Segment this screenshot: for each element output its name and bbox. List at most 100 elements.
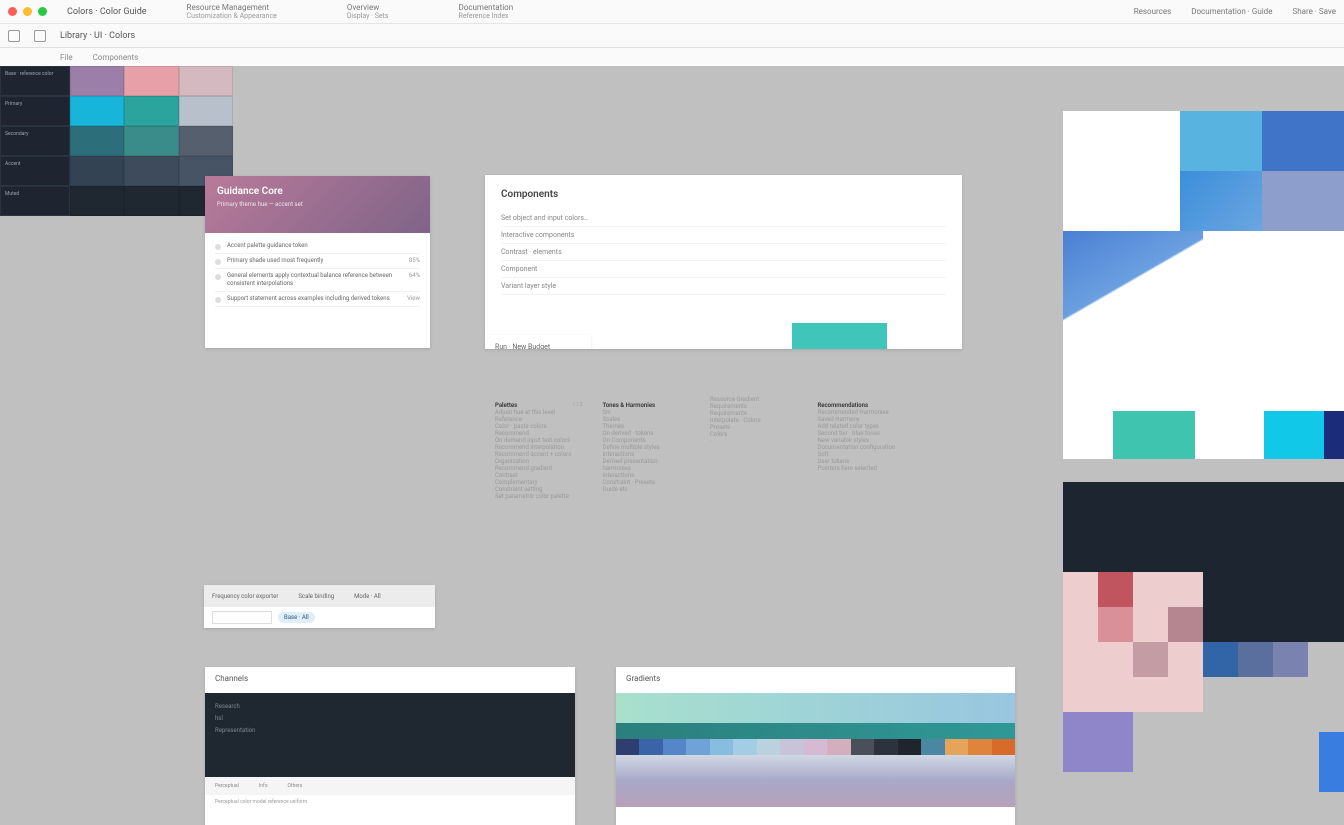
property-row[interactable]: Adjust hue at this level — [495, 409, 583, 416]
color-swatch[interactable] — [124, 156, 178, 186]
gradients-card[interactable]: Gradients — [616, 667, 1015, 825]
list-item[interactable]: Accent palette guidance token — [215, 239, 420, 254]
color-swatch[interactable] — [179, 66, 233, 96]
color-swatch[interactable] — [124, 96, 178, 126]
color-swatch[interactable] — [639, 739, 662, 755]
property-row[interactable]: Interactions — [603, 451, 691, 458]
docs-button[interactable]: Documentation · Guide — [1191, 7, 1272, 16]
color-swatch[interactable] — [710, 739, 733, 755]
property-row[interactable]: Organization — [495, 458, 583, 465]
property-row[interactable]: Pointers here selected — [818, 465, 906, 472]
resources-button[interactable]: Resources — [1134, 7, 1171, 16]
property-row[interactable]: Complementary — [495, 479, 583, 486]
property-row[interactable]: Define multiple styles — [603, 444, 691, 451]
form-row[interactable]: Set object and input colors… — [501, 210, 946, 227]
channels-card[interactable]: Channels ResearchhslRepresentation Perce… — [205, 667, 575, 825]
color-swatch[interactable] — [804, 739, 827, 755]
share-button[interactable]: Share · Save — [1292, 7, 1336, 16]
color-swatch[interactable] — [70, 96, 124, 126]
run-tab[interactable]: Run · New Budget — [485, 335, 591, 349]
color-swatch[interactable] — [179, 126, 233, 156]
footer-link[interactable]: Others — [288, 783, 303, 789]
design-canvas[interactable]: Guidance Core Primary theme hue — accent… — [0, 66, 1344, 768]
color-swatch[interactable] — [992, 739, 1015, 755]
list-item[interactable]: Support statement across examples includ… — [215, 292, 420, 307]
color-swatch[interactable] — [70, 186, 124, 216]
color-swatch[interactable] — [757, 739, 780, 755]
search-input[interactable] — [212, 611, 272, 624]
property-row[interactable]: Contrast — [495, 472, 583, 479]
property-row[interactable]: Recommend gradient — [495, 465, 583, 472]
list-item[interactable]: Primary shade used most frequently 85% — [215, 254, 420, 269]
property-row[interactable]: Themes — [603, 423, 691, 430]
footer-link[interactable]: Perceptual — [215, 783, 239, 789]
form-row[interactable]: Contrast · elements — [501, 244, 946, 261]
color-swatch[interactable] — [968, 739, 991, 755]
property-row[interactable]: Recommend accent + colors — [495, 451, 583, 458]
property-row[interactable]: Add related color types — [818, 423, 906, 430]
palette-grid[interactable]: Base · reference colorPrimarySecondaryAc… — [0, 66, 233, 216]
close-icon[interactable] — [8, 7, 17, 16]
grid-icon[interactable] — [34, 30, 46, 42]
property-row[interactable]: On demand input text colors — [495, 437, 583, 444]
property-row[interactable]: Soft — [818, 451, 906, 458]
property-row[interactable]: Saved Harmony — [818, 416, 906, 423]
list-item[interactable]: General elements apply contextual balanc… — [215, 269, 420, 292]
color-swatch[interactable] — [616, 739, 639, 755]
property-row[interactable]: Set parametric color palette — [495, 493, 583, 500]
color-swatch[interactable] — [921, 739, 944, 755]
property-row[interactable]: On Components — [603, 437, 691, 444]
property-row[interactable]: Scales — [603, 416, 691, 423]
property-row[interactable]: Presets — [710, 424, 798, 431]
tab-file[interactable]: File — [60, 53, 73, 62]
color-swatch[interactable] — [124, 126, 178, 156]
breadcrumb[interactable]: Overview Display · Sets — [347, 3, 429, 21]
property-row[interactable]: Interactions — [603, 472, 691, 479]
filter-chip[interactable]: Base · All — [278, 612, 315, 623]
property-row[interactable]: Second tier · blue tones — [818, 430, 906, 437]
color-swatch[interactable] — [663, 739, 686, 755]
sidebar-toggle-icon[interactable] — [8, 30, 20, 42]
property-row[interactable]: New variable styles — [818, 437, 906, 444]
form-row[interactable]: Component — [501, 261, 946, 278]
form-row[interactable]: Interactive components — [501, 227, 946, 244]
footer-link[interactable]: Info — [259, 783, 268, 789]
color-swatch[interactable] — [124, 186, 178, 216]
color-swatch[interactable] — [851, 739, 874, 755]
color-swatch[interactable] — [179, 96, 233, 126]
property-row[interactable]: Interpolate · Colors — [710, 417, 798, 424]
property-row[interactable]: Color · paste colors — [495, 423, 583, 430]
color-swatch[interactable] — [70, 156, 124, 186]
color-swatch[interactable] — [124, 66, 178, 96]
color-swatch[interactable] — [686, 739, 709, 755]
property-row[interactable]: Colors — [710, 431, 798, 438]
property-row[interactable]: Recommend — [495, 430, 583, 437]
components-card[interactable]: Components Set object and input colors…I… — [485, 175, 962, 349]
property-row[interactable]: Constraint · Presets — [603, 479, 691, 486]
property-row[interactable]: Requirements — [710, 403, 798, 410]
form-row[interactable]: Variant layer style — [501, 278, 946, 295]
color-swatch[interactable] — [733, 739, 756, 755]
color-swatch[interactable] — [945, 739, 968, 755]
color-swatch[interactable] — [780, 739, 803, 755]
color-swatch[interactable] — [70, 66, 124, 96]
property-row[interactable]: Derived presentation · harmonies — [603, 458, 691, 472]
breadcrumb[interactable]: Documentation Reference Index — [459, 3, 554, 21]
property-row[interactable]: · — [710, 438, 798, 445]
color-swatch[interactable] — [898, 739, 921, 755]
property-row[interactable]: Guide etc — [603, 486, 691, 493]
window-tab[interactable]: Colors · Color Guide — [67, 7, 147, 17]
property-row[interactable]: Src — [603, 409, 691, 416]
tab-components[interactable]: Components — [93, 53, 139, 62]
minimize-icon[interactable] — [23, 7, 32, 16]
property-row[interactable]: Reference — [495, 416, 583, 423]
color-swatch[interactable] — [70, 126, 124, 156]
property-row[interactable]: Constraint setting — [495, 486, 583, 493]
property-row[interactable]: Resource Gradient — [710, 396, 798, 403]
zoom-icon[interactable] — [38, 7, 47, 16]
property-row[interactable]: On derived · tokens — [603, 430, 691, 437]
guidance-card[interactable]: Guidance Core Primary theme hue — accent… — [205, 176, 430, 348]
exporter-card[interactable]: Frequency color exporter Scale binding M… — [204, 585, 435, 628]
color-swatch[interactable] — [874, 739, 897, 755]
property-row[interactable]: Requirements — [710, 410, 798, 417]
